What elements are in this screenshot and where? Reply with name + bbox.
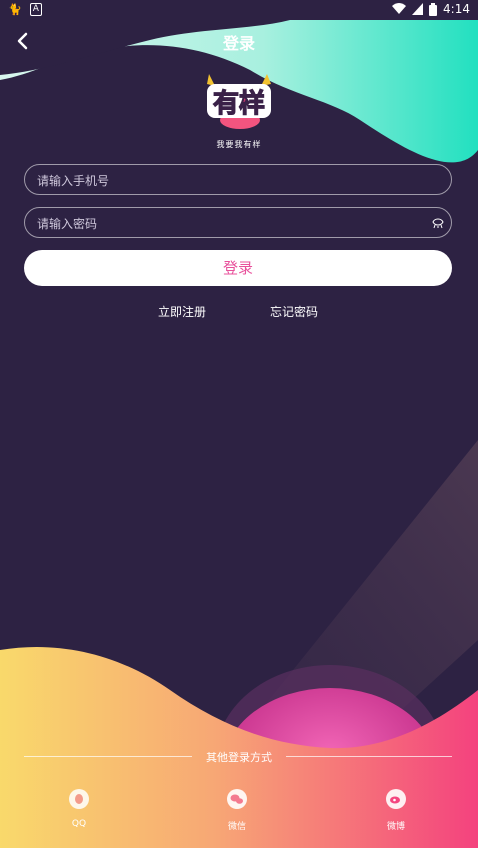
status-bar: 🐈 A 4:14 [0, 0, 478, 20]
forgot-password-link[interactable]: 忘记密码 [270, 303, 318, 320]
phone-input[interactable] [35, 165, 429, 196]
phone-field[interactable] [24, 164, 452, 196]
password-input[interactable] [35, 208, 429, 239]
wechat-login-button[interactable]: 微信 [207, 789, 267, 832]
password-field[interactable] [24, 207, 452, 239]
a-icon: A [29, 3, 42, 16]
qq-label: QQ [71, 819, 87, 829]
weibo-icon [386, 789, 406, 809]
page-title: 登录 [222, 34, 255, 53]
weibo-label: 微博 [386, 822, 405, 832]
signal-icon [412, 3, 424, 15]
register-link[interactable]: 立即注册 [158, 303, 206, 320]
cat-icon: 🐈 [8, 3, 22, 16]
qq-login-button[interactable]: QQ [49, 789, 109, 829]
app-logo: 有样 [207, 74, 271, 129]
weibo-login-button[interactable]: 微博 [366, 789, 426, 832]
status-time: 4:14 [443, 2, 470, 16]
login-button[interactable]: 登录 [24, 250, 452, 286]
logo-text: 有样 [213, 88, 265, 119]
other-login-title: 其他登录方式 [206, 751, 272, 764]
eye-icon[interactable] [432, 217, 444, 229]
wechat-label: 微信 [227, 822, 246, 832]
wifi-icon [392, 3, 407, 14]
wechat-icon [227, 789, 247, 809]
slogan: 我要我有样 [216, 140, 262, 149]
nav-bar: 登录 [0, 28, 478, 56]
battery-icon [429, 2, 438, 16]
qq-icon [69, 789, 89, 809]
